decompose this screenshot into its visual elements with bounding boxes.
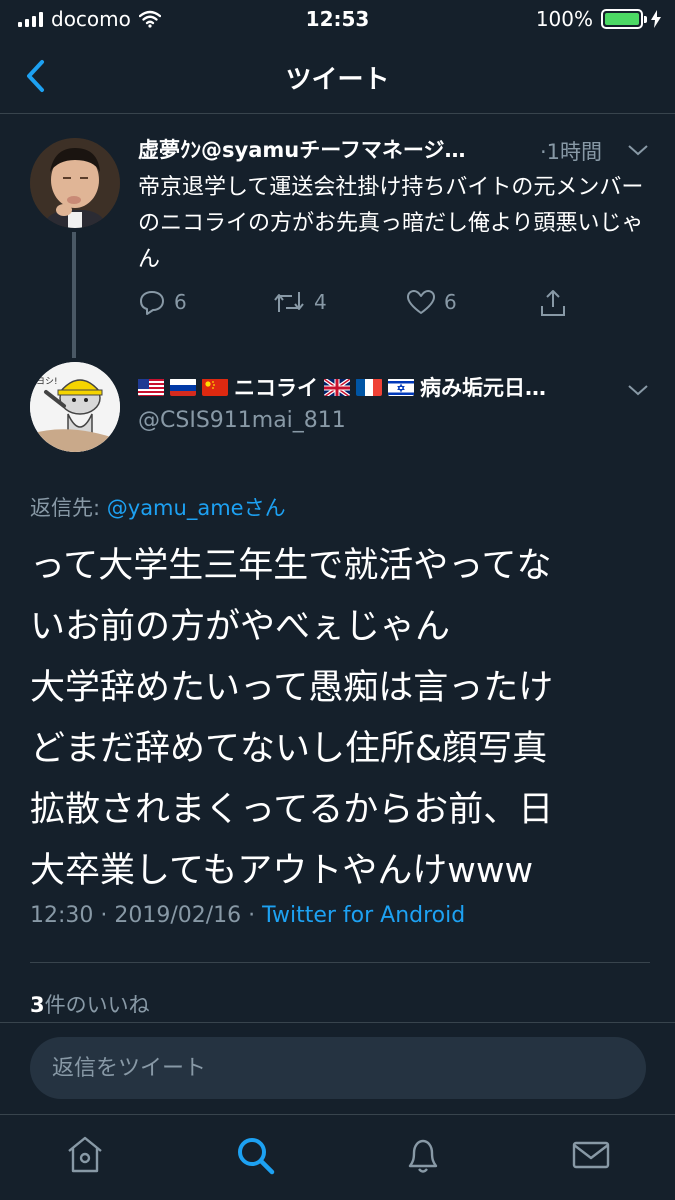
chevron-down-icon[interactable] [626, 382, 650, 398]
reply-to-line: 返信先: @yamu_ameさん [30, 492, 286, 522]
parent-author-name[interactable]: 虚夢ｸﾝ@syamuチーフマネージ… [138, 134, 528, 164]
avatar[interactable]: ヨシ! [30, 362, 120, 452]
charging-icon [651, 10, 661, 28]
tweet-text-line: 大学辞めたいって愚痴は言ったけ [30, 668, 554, 708]
tweet-meta: 12:30 · 2019/02/16 · Twitter for Android [30, 903, 465, 928]
parent-tweet-actions: 6 4 6 [138, 288, 578, 322]
reply-button[interactable]: 6 [138, 288, 187, 316]
main-author-name-text: ニコライ [234, 376, 318, 400]
main-author-handle[interactable]: @CSIS911mai_811 [138, 408, 346, 433]
reply-to-label: 返信先: [30, 496, 107, 520]
likes-count: 3 [30, 993, 45, 1017]
battery-percent: 100% [535, 7, 593, 31]
us-flag-icon [138, 378, 164, 396]
thread-line [72, 232, 76, 358]
search-icon[interactable] [233, 1133, 277, 1177]
main-author-name[interactable]: ニコライ 病み垢元日… [138, 372, 628, 402]
battery-icon [601, 9, 647, 29]
main-tweet-text: って大学生三年生で就活やってな いお前の方がやべぇじゃん 大学辞めたいって愚痴は… [30, 536, 650, 902]
like-count: 6 [444, 290, 457, 314]
tweet-source-link[interactable]: Twitter for Android [262, 903, 465, 928]
svg-text:ヨシ!: ヨシ! [36, 377, 58, 387]
parent-tweet-time: ·1時間 [540, 140, 603, 164]
retweet-button[interactable]: 4 [272, 288, 327, 316]
tweet-text-line: いお前の方がやべぇじゃん [30, 607, 451, 647]
messages-icon[interactable] [569, 1133, 613, 1177]
israel-flag-icon [388, 378, 414, 396]
parent-tweet-text: 帝京退学して運送会社掛け持ちバイトの元メンバーのニコライの方がお先真っ暗だし俺よ… [138, 175, 644, 272]
like-button[interactable]: 6 [406, 288, 457, 316]
uk-flag-icon [324, 378, 350, 396]
reply-to-link[interactable]: @yamu_ameさん [107, 496, 286, 520]
china-flag-icon [202, 378, 228, 396]
tweet-text-line: 拡散されまくってるからお前、日 [30, 790, 554, 830]
notifications-icon[interactable] [401, 1133, 445, 1177]
reply-count: 6 [174, 290, 187, 314]
like-icon [407, 290, 435, 314]
likes-summary[interactable]: 3件のいいね [30, 989, 150, 1019]
status-bar: docomo 12:53 100% [0, 0, 675, 40]
france-flag-icon [356, 378, 382, 396]
reply-input[interactable] [30, 1037, 646, 1099]
reply-bar [0, 1022, 675, 1114]
home-icon[interactable] [63, 1133, 107, 1177]
main-author-name-suffix: 病み垢元日… [420, 376, 546, 400]
tweet-timestamp: 12:30 · 2019/02/16 · [30, 903, 263, 928]
reply-icon [140, 291, 164, 315]
share-button[interactable] [538, 288, 568, 318]
divider [30, 962, 650, 963]
tweet-text-line: 大卒業してもアウトやんけwww [30, 851, 534, 891]
russia-flag-icon [170, 378, 196, 396]
likes-label: 件のいいね [44, 993, 150, 1017]
tweet-text-line: どまだ辞めてないし住所&顔写真 [30, 729, 548, 769]
share-icon [541, 290, 565, 316]
page-title: ツイート [285, 65, 390, 95]
nav-bar: ツイート [0, 40, 675, 114]
avatar[interactable] [30, 138, 120, 228]
tweet-text-line: って大学生三年生で就活やってな [30, 546, 552, 586]
chevron-down-icon[interactable] [626, 142, 650, 158]
retweet-count: 4 [314, 290, 327, 314]
tab-bar [0, 1114, 675, 1200]
retweet-icon [274, 292, 304, 312]
